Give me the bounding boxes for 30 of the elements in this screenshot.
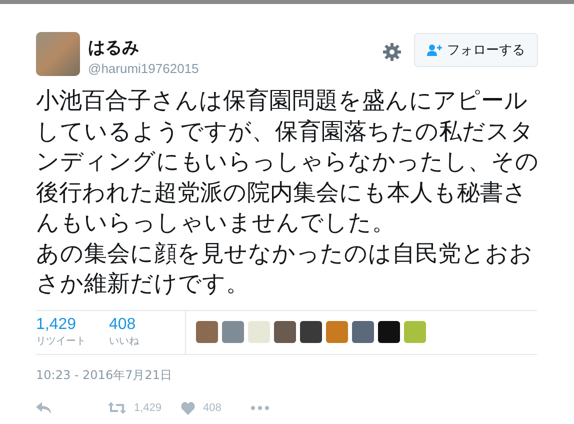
retweet-button[interactable]: 1,429 xyxy=(108,402,162,414)
reply-button[interactable] xyxy=(36,402,52,414)
stat-count[interactable]: 408 xyxy=(109,316,182,334)
liker-avatar[interactable] xyxy=(222,321,244,343)
liker-avatar[interactable] xyxy=(300,321,322,343)
more-button[interactable] xyxy=(251,406,269,410)
liker-avatar[interactable] xyxy=(326,321,348,343)
author-handle[interactable]: @harumi19762015 xyxy=(88,61,199,76)
stat-count[interactable]: 1,429 xyxy=(36,316,109,334)
stat-label[interactable]: リツイート xyxy=(36,334,109,348)
photo-placeholder xyxy=(36,32,80,76)
tweet-text: 小池百合子さんは保育園問題を盛んにアピールしているようですが、保育園落ちたの私だスタンディングにもいらっしゃらなかったし、その後行われた超党派の院内集会にも本人も秘書さんもいらっしゃいませんでした。 xyxy=(36,87,540,238)
stat-label[interactable]: いいね xyxy=(109,334,182,348)
add-user-icon xyxy=(427,44,442,56)
author-name[interactable]: はるみ xyxy=(88,36,199,59)
liker-avatar[interactable] xyxy=(404,321,426,343)
retweet-icon xyxy=(108,402,126,414)
follow-button[interactable]: フォローする xyxy=(414,33,538,67)
heart-icon xyxy=(181,402,195,414)
timestamp: 10:23 - 2016年7月21日 xyxy=(36,366,173,384)
liker-avatar[interactable] xyxy=(248,321,270,343)
liker-avatar[interactable] xyxy=(274,321,296,343)
settings-icon[interactable] xyxy=(383,43,401,61)
reply-icon xyxy=(36,402,52,414)
like-button[interactable]: 408 xyxy=(181,402,222,414)
tweet-text: あの集会に顔を見せなかったのは自民党とおおさか維新だけです。 xyxy=(36,240,534,299)
liker-avatar[interactable] xyxy=(352,321,374,343)
more-icon xyxy=(251,406,269,410)
liker-avatar[interactable] xyxy=(196,321,218,343)
liker-avatar[interactable] xyxy=(378,321,400,343)
